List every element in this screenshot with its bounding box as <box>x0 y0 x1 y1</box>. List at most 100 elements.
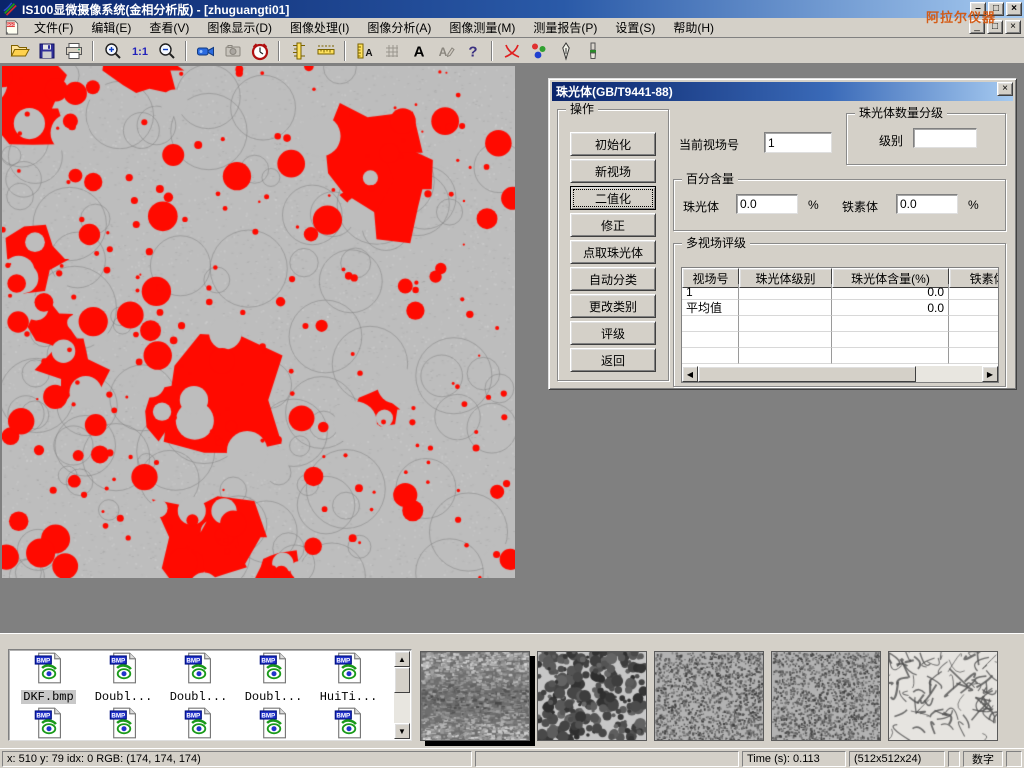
table-cell: 0.0 <box>832 300 949 316</box>
svg-text:BMP: BMP <box>261 712 275 719</box>
brush-icon[interactable] <box>579 39 606 63</box>
op-button[interactable]: 新视场 <box>570 159 656 183</box>
table-row[interactable]: 10.0 <box>682 284 998 300</box>
menu-item[interactable]: 查看(V) <box>140 17 198 38</box>
file-item-partial[interactable]: BMP <box>311 707 386 741</box>
file-item[interactable]: BMPDKF.bmp <box>11 652 86 704</box>
menu-item[interactable]: 编辑(E) <box>82 17 140 38</box>
specimen-image[interactable] <box>2 66 515 578</box>
open-folder-icon[interactable] <box>6 39 33 63</box>
scroll-left-icon[interactable]: ◀ <box>682 366 698 382</box>
scrollbar-thumb[interactable] <box>698 366 916 382</box>
file-item[interactable]: BMPHuiTi... <box>311 652 386 704</box>
file-list-scrollbar[interactable]: ▲ ▼ <box>394 651 410 739</box>
mdi-close-button[interactable]: × <box>1005 20 1021 34</box>
op-button[interactable]: 更改类别 <box>570 294 656 318</box>
svg-text:A: A <box>365 48 372 59</box>
menu-item[interactable]: 图像分析(A) <box>358 17 440 38</box>
help-icon[interactable]: ? <box>459 39 486 63</box>
camera-icon[interactable] <box>219 39 246 63</box>
grading-group-label: 珠光体数量分级 <box>855 106 947 120</box>
scroll-up-icon[interactable]: ▲ <box>394 651 410 667</box>
op-button[interactable]: 自动分类 <box>570 267 656 291</box>
table-horizontal-scrollbar[interactable]: ◀ ▶ <box>682 366 998 382</box>
dialog-close-button[interactable]: × <box>997 82 1013 96</box>
save-icon[interactable] <box>33 39 60 63</box>
svg-text:DOC: DOC <box>6 22 15 27</box>
pearlite-percent-input[interactable] <box>736 194 798 214</box>
menu-item[interactable]: 图像处理(I) <box>281 17 358 38</box>
level-input[interactable] <box>913 128 977 148</box>
table-cell <box>682 348 739 364</box>
text-label-icon[interactable]: A <box>405 39 432 63</box>
image-size-panel: (512x512x24) <box>849 751 945 767</box>
measure-text-icon[interactable]: A <box>351 39 378 63</box>
ruler-icon[interactable] <box>312 39 339 63</box>
table-row[interactable] <box>682 348 998 364</box>
op-button[interactable]: 评级 <box>570 321 656 345</box>
pearlite-dialog: 珠光体(GB/T9441-88) × 操作 初始化新视场二值化修正点取珠光体自动… <box>548 78 1017 390</box>
grid-icon[interactable] <box>378 39 405 63</box>
file-item[interactable]: BMPDoubl... <box>86 652 161 704</box>
bmp-file-icon: BMP <box>34 707 64 741</box>
table-cell <box>832 332 949 348</box>
op-button[interactable]: 二值化 <box>570 186 656 210</box>
pearlite-label: 珠光体 <box>683 198 719 215</box>
file-item[interactable]: BMPDoubl... <box>236 652 311 704</box>
caliper-icon[interactable] <box>285 39 312 63</box>
menu-item[interactable]: 测量报告(P) <box>524 17 606 38</box>
print-icon[interactable] <box>60 39 87 63</box>
file-scrollbar-thumb[interactable] <box>394 667 410 693</box>
bmp-file-icon: BMP <box>109 707 139 741</box>
scroll-down-icon[interactable]: ▼ <box>394 723 410 739</box>
actual-size-icon[interactable]: 1:1 <box>126 39 153 63</box>
curve-tool-icon[interactable] <box>498 39 525 63</box>
current-field-input[interactable] <box>764 132 832 153</box>
table-row[interactable] <box>682 316 998 332</box>
file-item[interactable]: BMPDoubl... <box>161 652 236 704</box>
small-panel <box>948 751 960 767</box>
op-button[interactable]: 修正 <box>570 213 656 237</box>
file-item-partial[interactable]: BMP <box>161 707 236 741</box>
op-button[interactable]: 点取珠光体 <box>570 240 656 264</box>
preview-thumbnail[interactable] <box>888 651 998 741</box>
annotate-icon[interactable]: A <box>432 39 459 63</box>
preview-thumbnail[interactable] <box>420 651 530 741</box>
toolbar: 1:1AAA? <box>0 38 1024 64</box>
table-row[interactable]: 平均值0.0 <box>682 300 998 316</box>
menu-item[interactable]: 文件(F) <box>25 17 82 38</box>
menu-item[interactable]: 帮助(H) <box>664 17 723 38</box>
table-cell <box>949 300 999 316</box>
file-item-partial[interactable]: BMP <box>236 707 311 741</box>
count-markers-icon[interactable] <box>525 39 552 63</box>
timer-icon[interactable] <box>246 39 273 63</box>
op-button[interactable]: 返回 <box>570 348 656 372</box>
vendor-watermark: 阿拉尔仪器 <box>926 7 996 26</box>
menu-item[interactable]: 图像测量(M) <box>440 17 524 38</box>
close-button[interactable]: × <box>1006 2 1022 16</box>
menu-item[interactable]: 设置(S) <box>606 17 664 38</box>
table-row[interactable] <box>682 332 998 348</box>
dialog-title-bar[interactable]: 珠光体(GB/T9441-88) <box>552 82 1013 101</box>
preview-thumbnail[interactable] <box>771 651 881 741</box>
svg-text:?: ? <box>468 43 477 60</box>
svg-text:BMP: BMP <box>261 657 275 664</box>
time-panel: Time (s): 0.113 <box>742 751 846 767</box>
file-item-partial[interactable]: BMP <box>11 707 86 741</box>
dialog-title: 珠光体(GB/T9441-88) <box>556 83 673 100</box>
menu-item[interactable]: 图像显示(D) <box>198 17 281 38</box>
op-button[interactable]: 初始化 <box>570 132 656 156</box>
menu-bar: DOC 文件(F)编辑(E)查看(V)图像显示(D)图像处理(I)图像分析(A)… <box>0 18 1024 38</box>
zoom-out-icon[interactable] <box>153 39 180 63</box>
preview-thumbnail[interactable] <box>654 651 764 741</box>
document-icon: DOC <box>3 19 21 36</box>
scroll-right-icon[interactable]: ▶ <box>982 366 998 382</box>
bmp-file-icon: BMP <box>34 652 64 689</box>
file-item-partial[interactable]: BMP <box>86 707 161 741</box>
ferrite-percent-input[interactable] <box>896 194 958 214</box>
preview-thumbnail[interactable] <box>537 651 647 741</box>
pen-icon[interactable] <box>552 39 579 63</box>
video-camera-icon[interactable] <box>192 39 219 63</box>
zoom-in-icon[interactable] <box>99 39 126 63</box>
empty-panel <box>475 751 739 767</box>
